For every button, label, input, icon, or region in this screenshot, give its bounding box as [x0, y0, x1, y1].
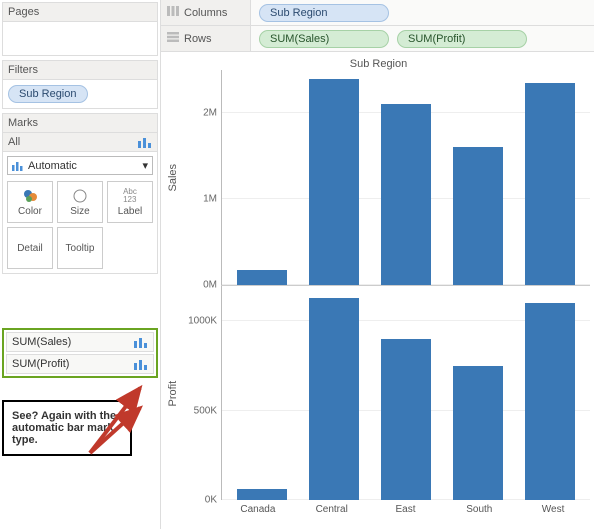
rows-icon	[167, 32, 179, 45]
marks-all-row[interactable]: All	[2, 133, 158, 152]
filters-header[interactable]: Filters	[2, 60, 158, 80]
callout-text: See? Again with the automatic bar mark t…	[12, 410, 116, 446]
marks-panel: Marks All Automatic ▾	[2, 113, 158, 274]
bar[interactable]	[525, 303, 575, 500]
bars-icon	[134, 358, 148, 370]
x-tick: East	[369, 500, 443, 515]
bar[interactable]	[525, 83, 575, 285]
y-tick: 0K	[205, 495, 217, 506]
main-area: Columns Sub Region Rows SUM(Sales) SUM(P…	[160, 0, 594, 529]
y-tick: 500K	[194, 405, 217, 416]
rows-pill-sales[interactable]: SUM(Sales)	[259, 30, 389, 48]
pages-header[interactable]: Pages	[2, 2, 158, 22]
pages-body[interactable]	[2, 22, 158, 56]
bar[interactable]	[309, 79, 359, 285]
measure-label: SUM(Sales)	[12, 336, 71, 348]
y-tick: 1M	[203, 193, 217, 204]
chart-title: Sub Region	[167, 58, 590, 70]
marks-size-button[interactable]: Size	[57, 181, 103, 223]
plot-area	[221, 70, 590, 285]
bar[interactable]	[381, 339, 431, 500]
marks-color-button[interactable]: Color	[7, 181, 53, 223]
sidebar: Pages Filters Sub Region Marks All	[0, 0, 160, 529]
y-tick: 2M	[203, 107, 217, 118]
marks-label-button[interactable]: Abc123 Label	[107, 181, 153, 223]
sales-chart: Sales0M1M2M	[167, 70, 590, 285]
marks-detail-label: Detail	[17, 243, 43, 254]
rows-shelf[interactable]: Rows SUM(Sales) SUM(Profit)	[161, 26, 594, 52]
bars-icon	[134, 336, 148, 348]
measure-row-profit[interactable]: SUM(Profit)	[6, 354, 154, 374]
filters-panel: Filters Sub Region	[2, 60, 158, 109]
callout-box: See? Again with the automatic bar mark t…	[2, 400, 132, 456]
columns-icon	[167, 6, 179, 19]
bar[interactable]	[237, 270, 287, 285]
bar[interactable]	[453, 147, 503, 284]
bar[interactable]	[237, 489, 287, 500]
highlighted-measures: SUM(Sales) SUM(Profit)	[2, 328, 158, 378]
palette-icon	[23, 188, 37, 204]
marks-header[interactable]: Marks	[2, 113, 158, 133]
marks-type-select[interactable]: Automatic ▾	[7, 156, 153, 175]
measure-row-sales[interactable]: SUM(Sales)	[6, 332, 154, 352]
x-tick: South	[442, 500, 516, 515]
y-axis-label: Profit	[167, 286, 183, 501]
label-icon: Abc123	[123, 188, 137, 204]
marks-tooltip-label: Tooltip	[66, 243, 95, 254]
y-tick: 1000K	[188, 316, 217, 327]
size-icon	[73, 188, 87, 204]
columns-label: Columns	[184, 7, 227, 19]
rows-pill-profit[interactable]: SUM(Profit)	[397, 30, 527, 48]
chevron-down-icon: ▾	[142, 159, 148, 172]
plot-area	[221, 286, 590, 501]
rows-label: Rows	[184, 33, 212, 45]
bars-icon	[12, 161, 24, 171]
pages-label: Pages	[8, 6, 39, 18]
marks-color-label: Color	[18, 206, 42, 217]
x-tick: West	[516, 500, 590, 515]
pages-panel: Pages	[2, 2, 158, 56]
measure-label: SUM(Profit)	[12, 358, 69, 370]
marks-label: Marks	[8, 117, 38, 129]
bar[interactable]	[453, 366, 503, 500]
marks-detail-button[interactable]: Detail	[7, 227, 53, 269]
filters-body[interactable]: Sub Region	[2, 80, 158, 109]
bars-icon	[138, 136, 152, 148]
x-tick: Central	[295, 500, 369, 515]
marks-label-label: Label	[118, 206, 142, 217]
bar[interactable]	[309, 298, 359, 500]
marks-tooltip-button[interactable]: Tooltip	[57, 227, 103, 269]
columns-shelf[interactable]: Columns Sub Region	[161, 0, 594, 26]
marks-type-value: Automatic	[28, 160, 77, 172]
marks-body: Automatic ▾ Color Size Abc123 La	[2, 152, 158, 274]
bar[interactable]	[381, 104, 431, 284]
y-axis-label: Sales	[167, 70, 183, 285]
profit-chart: Profit0K500K1000K	[167, 286, 590, 501]
filters-label: Filters	[8, 64, 38, 76]
marks-size-label: Size	[70, 206, 89, 217]
filter-pill-subregion[interactable]: Sub Region	[8, 85, 88, 103]
chart-area: Sub Region Sales0M1M2MProfit0K500K1000K …	[161, 52, 594, 529]
marks-all-label: All	[8, 136, 20, 148]
x-tick: Canada	[221, 500, 295, 515]
columns-pill-subregion[interactable]: Sub Region	[259, 4, 389, 22]
